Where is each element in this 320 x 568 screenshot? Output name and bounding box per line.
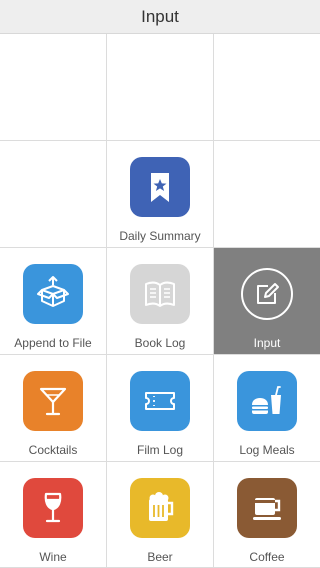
wine-glass-icon xyxy=(23,478,83,538)
cocktail-glass-icon xyxy=(23,371,83,431)
empty-cell xyxy=(107,34,214,141)
action-input[interactable]: Input xyxy=(214,248,320,355)
action-label: Daily Summary xyxy=(119,229,201,243)
empty-cell xyxy=(0,141,107,248)
burger-drink-icon xyxy=(237,371,297,431)
empty-cell xyxy=(214,34,320,141)
action-log-meals[interactable]: Log Meals xyxy=(214,355,320,462)
action-label: Film Log xyxy=(136,443,183,457)
bookmark-star-icon xyxy=(130,157,190,217)
ticket-icon xyxy=(130,371,190,431)
action-wine[interactable]: Wine xyxy=(0,462,107,568)
page-title: Input xyxy=(141,6,179,26)
pencil-square-icon xyxy=(241,268,293,320)
action-beer[interactable]: Beer xyxy=(107,462,214,568)
action-append-to-file[interactable]: Append to File xyxy=(0,248,107,355)
action-label: Input xyxy=(253,336,281,350)
action-label: Log Meals xyxy=(239,443,295,457)
action-label: Coffee xyxy=(249,550,285,564)
action-label: Beer xyxy=(147,550,173,564)
app-header: Input xyxy=(0,0,320,34)
action-label: Cocktails xyxy=(28,443,78,457)
empty-cell xyxy=(214,141,320,248)
action-book-log[interactable]: Book Log xyxy=(107,248,214,355)
open-box-icon xyxy=(23,264,83,324)
action-film-log[interactable]: Film Log xyxy=(107,355,214,462)
action-coffee[interactable]: Coffee xyxy=(214,462,320,568)
action-daily-summary[interactable]: Daily Summary xyxy=(107,141,214,248)
coffee-cup-icon xyxy=(237,478,297,538)
action-label: Book Log xyxy=(134,336,186,350)
action-label: Append to File xyxy=(14,336,92,350)
action-grid: Daily Summary Append to File Book Log In… xyxy=(0,34,320,568)
empty-cell xyxy=(0,34,107,141)
open-book-icon xyxy=(130,264,190,324)
beer-mug-icon xyxy=(130,478,190,538)
action-cocktails[interactable]: Cocktails xyxy=(0,355,107,462)
action-label: Wine xyxy=(39,550,67,564)
